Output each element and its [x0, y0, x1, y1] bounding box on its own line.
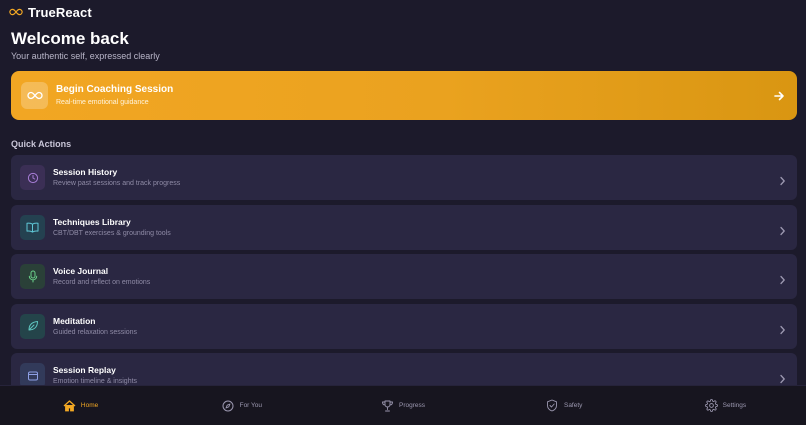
welcome-section: Welcome back Your authentic self, expres…	[11, 29, 160, 62]
meditation-item[interactable]: Meditation Guided relaxation sessions	[11, 303, 797, 349]
nav-item-progress[interactable]: Progress	[322, 386, 483, 425]
nav-label: Safety	[563, 402, 583, 409]
chevron-right-icon	[779, 272, 786, 285]
nav-label: Home	[80, 402, 99, 409]
gear-icon	[704, 399, 718, 412]
session-history-item[interactable]: Session History Review past sessions and…	[11, 155, 797, 200]
chevron-right-icon	[779, 223, 786, 235]
app-name: TrueReact	[28, 4, 92, 20]
action-title: Meditation	[53, 315, 96, 326]
action-description: Review past sessions and track progress	[53, 180, 181, 187]
chevron-right-icon	[779, 173, 786, 186]
nav-item-for-you[interactable]: For You	[161, 386, 322, 425]
action-title: Session Replay	[53, 365, 116, 375]
shield-icon	[546, 399, 559, 412]
hero-subtitle: Real-time emotional guidance	[56, 99, 149, 106]
clock-icon	[20, 165, 45, 190]
trophy-icon	[381, 399, 394, 412]
nav-item-safety[interactable]: Safety	[484, 386, 645, 425]
hero-title: Begin Coaching Session	[56, 84, 174, 95]
techniques-library-item[interactable]: Techniques Library CBT/DBT exercises & g…	[11, 204, 797, 250]
arrow-right-icon	[773, 89, 785, 101]
nav-label: Progress	[399, 402, 426, 409]
voice-journal-item[interactable]: Voice Journal Record and reflect on emot…	[11, 254, 797, 299]
welcome-title: Welcome back	[11, 29, 129, 48]
chevron-right-icon	[779, 371, 786, 384]
app-header: TrueReact	[9, 4, 92, 20]
action-title: Techniques Library	[53, 216, 131, 227]
quick-actions-heading: Quick Actions	[11, 139, 72, 149]
action-title: Session History	[53, 167, 118, 177]
action-description: Record and reflect on emotions	[53, 279, 151, 286]
begin-coaching-button[interactable]: Begin Coaching Session Real-time emotion…	[11, 71, 797, 120]
chevron-right-icon	[779, 322, 786, 334]
nav-item-home[interactable]: Home	[0, 386, 161, 425]
nav-label: Settings	[722, 402, 747, 409]
nav-item-settings[interactable]: Settings	[645, 386, 806, 425]
app-screen: TrueReact Welcome back Your authentic se…	[0, 0, 806, 425]
bottom-navigation: Home For You Progress Safety Settings	[0, 385, 806, 425]
leaf-icon	[20, 313, 45, 339]
action-description: CBT/DBT exercises & grounding tools	[53, 229, 171, 237]
compass-icon	[222, 399, 235, 412]
action-title: Voice Journal	[53, 266, 109, 276]
infinity-icon	[21, 82, 48, 109]
action-description: Guided relaxation sessions	[53, 328, 138, 336]
home-icon	[63, 399, 76, 412]
microphone-icon	[20, 264, 45, 289]
nav-label: For You	[239, 402, 263, 409]
infinity-logo-icon	[9, 7, 23, 17]
quick-actions-list: Session History Review past sessions and…	[11, 155, 797, 403]
book-icon	[20, 214, 45, 240]
welcome-subtitle: Your authentic self, expressed clearly	[11, 51, 160, 61]
